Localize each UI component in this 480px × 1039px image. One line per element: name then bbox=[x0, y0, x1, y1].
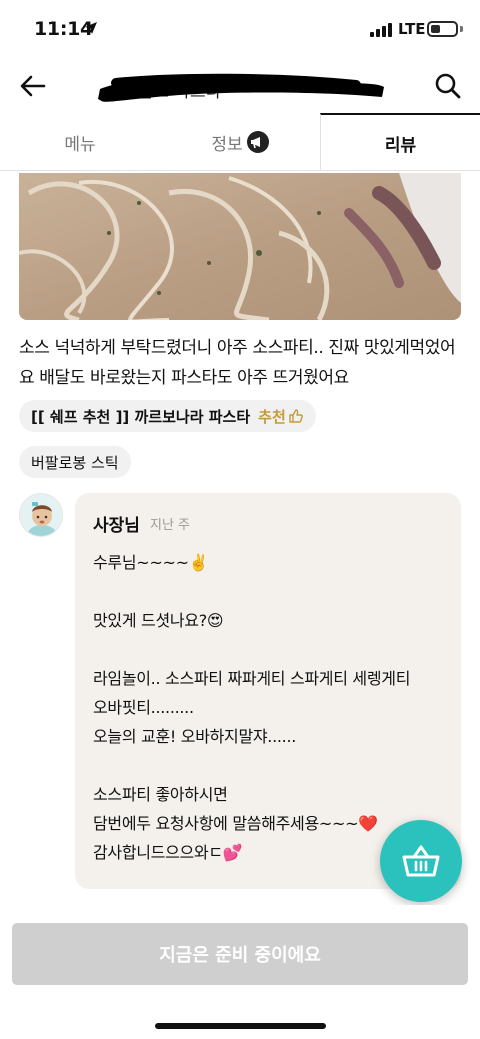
tab-menu[interactable]: 메뉴 bbox=[0, 113, 160, 171]
tab-menu-label: 메뉴 bbox=[64, 134, 96, 155]
megaphone-icon bbox=[246, 131, 269, 153]
tab-reviews[interactable]: 리뷰 bbox=[320, 113, 480, 171]
owner-avatar bbox=[19, 493, 63, 537]
reply-date: 지난 주 bbox=[150, 518, 191, 533]
order-button-label: 지금은 준비 중이에요 bbox=[159, 945, 321, 966]
reply-body: 수루님~~~~✌️ 맛있게 드셧나요?😍 라임놀이.. 소스파티 짜파게티 스파… bbox=[93, 553, 411, 862]
review-menu-chip: 버팔로봉 스틱 bbox=[19, 446, 131, 478]
recommend-badge: 추천 bbox=[258, 406, 304, 427]
cart-button[interactable] bbox=[380, 820, 462, 902]
battery-cap bbox=[460, 26, 463, 32]
redaction-scribble bbox=[98, 73, 384, 102]
network-type: LTE bbox=[398, 20, 426, 38]
home-indicator[interactable] bbox=[155, 1023, 326, 1029]
status-bar: 11:14 LTE bbox=[0, 0, 480, 58]
reply-author: 사장님 bbox=[93, 516, 140, 536]
recommend-label: 추천 bbox=[258, 407, 286, 426]
tab-reviews-label: 리뷰 bbox=[384, 135, 417, 156]
menu-item-name: [[ 쉐프 추천 ]] 까르보나라 파스타 bbox=[31, 407, 251, 426]
battery-icon bbox=[427, 21, 458, 37]
bottom-bar: 지금은 준비 중이에요 bbox=[0, 905, 480, 1039]
store-name: 버팔로 파스타 bbox=[96, 73, 388, 103]
order-button[interactable]: 지금은 준비 중이에요 bbox=[12, 923, 468, 985]
review-text: 소스 넉넉하게 부탁드렸더니 아주 소스파티.. 진짜 맛있게먹었어요 배달도 … bbox=[19, 338, 456, 388]
search-icon[interactable] bbox=[434, 72, 462, 100]
signal-icon bbox=[370, 23, 392, 37]
menu-item-name: 버팔로봉 스틱 bbox=[31, 453, 119, 472]
basket-icon bbox=[402, 845, 440, 877]
review-photo[interactable] bbox=[19, 173, 461, 320]
back-arrow-icon[interactable] bbox=[18, 72, 48, 100]
tab-info[interactable]: 정보 bbox=[160, 113, 320, 171]
tab-info-label: 정보 bbox=[211, 134, 243, 155]
review-menu-chip: [[ 쉐프 추천 ]] 까르보나라 파스타 추천 bbox=[19, 400, 316, 432]
location-arrow-icon bbox=[85, 22, 97, 34]
thumbs-up-icon bbox=[289, 409, 303, 423]
tab-bar: 메뉴 정보 리뷰 bbox=[0, 113, 480, 171]
header: 버팔로 파스타 bbox=[0, 58, 480, 114]
